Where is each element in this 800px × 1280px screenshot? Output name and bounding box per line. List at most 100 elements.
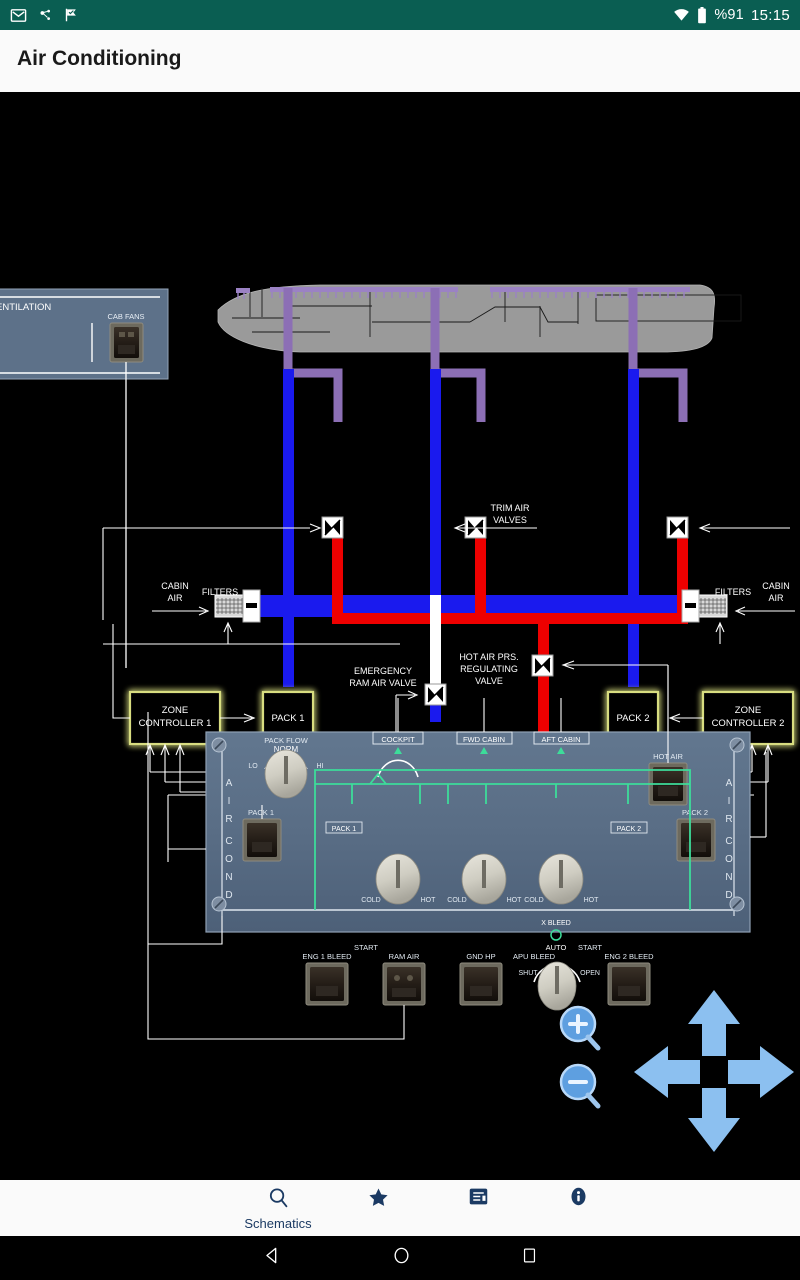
- cabin-air-left-line2: AIR: [167, 593, 183, 603]
- wifi-icon: [673, 8, 690, 22]
- eng-2-bleed-button[interactable]: [607, 962, 651, 1006]
- fwd-cabin-temp-title: FWD CABIN: [463, 735, 505, 744]
- cabin-air-right-line1: CABIN: [762, 581, 790, 591]
- android-navigation-bar: [0, 1236, 800, 1280]
- cockpit-cold-label: COLD: [361, 897, 380, 904]
- mail-icon: [10, 7, 27, 24]
- pack-1-label: PACK 1: [271, 713, 304, 724]
- fwd-cabin-cold-label: COLD: [447, 897, 466, 904]
- svg-text:I: I: [728, 796, 731, 807]
- filters-right-label: FILTERS: [715, 587, 751, 597]
- zone-controller-2-line1: ZONE: [735, 705, 761, 716]
- aft-cabin-cold-label: COLD: [524, 897, 543, 904]
- zone-controller-2-line2: CONTROLLER 2: [712, 718, 785, 729]
- hot-air-prs-label-line3: VALVE: [475, 676, 503, 686]
- svg-text:D: D: [725, 890, 732, 901]
- aft-cabin-hot-label: HOT: [584, 897, 600, 904]
- svg-text:N: N: [225, 872, 232, 883]
- home-circle-icon[interactable]: [392, 1246, 411, 1270]
- svg-text:A: A: [726, 778, 733, 789]
- svg-text:I: I: [228, 796, 231, 807]
- zone-controller-1-line1: ZONE: [162, 705, 188, 716]
- emergency-ram-air-label-line1: EMERGENCY: [354, 666, 412, 676]
- mimic-pack-1-label: PACK 1: [332, 826, 356, 833]
- gnd-hp-button[interactable]: [459, 962, 503, 1006]
- hot-air-prs-label-line2: REGULATING: [460, 664, 518, 674]
- xbleed-open-label: OPEN: [580, 970, 600, 977]
- battery-percent: %91: [714, 7, 744, 23]
- cockpit-temp-title: COCKPIT: [381, 735, 415, 744]
- battery-icon: [697, 6, 707, 24]
- status-bar-left-icons: [10, 7, 79, 24]
- cab-fans-label: CAB FANS: [107, 312, 144, 321]
- air-conditioning-schematic[interactable]: ENTILATION CAB FANS TRIM AIR VALVES CABI…: [0, 92, 800, 1180]
- pack-2-button[interactable]: [676, 818, 716, 862]
- app-bar: Air Conditioning: [0, 30, 800, 92]
- start-label-left: START: [354, 943, 378, 952]
- back-triangle-icon[interactable]: [263, 1246, 282, 1270]
- pack-2-label: PACK 2: [616, 713, 649, 724]
- svg-text:C: C: [225, 836, 232, 847]
- pack-flow-hi-label: HI: [317, 763, 324, 770]
- trim-air-valve-3[interactable]: [666, 516, 689, 539]
- aft-cabin-temp-title: AFT CABIN: [541, 735, 580, 744]
- xbleed-auto-label: AUTO: [546, 943, 567, 952]
- svg-text:C: C: [725, 836, 732, 847]
- info-icon: [568, 1186, 589, 1212]
- filters-left-label: FILTERS: [202, 587, 238, 597]
- cabin-air-left-line1: CABIN: [161, 581, 189, 591]
- nav-item-info[interactable]: [528, 1186, 628, 1214]
- ventilation-panel-title: ENTILATION: [0, 302, 51, 313]
- fwd-cabin-hot-label: HOT: [507, 897, 523, 904]
- cockpit-control-panel[interactable]: AIR COND AIR COND PACK FLOW NORM LO HI C…: [205, 731, 751, 1011]
- trim-air-valves-label-line1: TRIM AIR: [490, 503, 530, 513]
- ram-air-label: RAM AIR: [389, 952, 420, 961]
- svg-text:D: D: [225, 890, 232, 901]
- clock: 15:15: [750, 6, 790, 24]
- nav-item-list[interactable]: [428, 1186, 528, 1214]
- schematic-canvas[interactable]: ENTILATION CAB FANS TRIM AIR VALVES CABI…: [0, 92, 800, 1180]
- svg-text:R: R: [225, 814, 232, 825]
- nav-item-favorites[interactable]: [328, 1186, 428, 1216]
- emergency-ram-air-label-line2: RAM AIR VALVE: [349, 678, 416, 688]
- pack-flow-lo-label: LO: [248, 763, 258, 770]
- mimic-pack-2-label: PACK 2: [617, 826, 641, 833]
- gnd-hp-label: GND HP: [466, 952, 495, 961]
- pack-1-button[interactable]: [242, 818, 282, 862]
- cab-fans-button[interactable]: [109, 322, 144, 363]
- eng-1-bleed-label: ENG 1 BLEED: [302, 952, 352, 961]
- star-icon: [367, 1186, 390, 1214]
- ram-air-button[interactable]: [382, 962, 426, 1006]
- pack-flow-knob[interactable]: [264, 749, 308, 799]
- trim-air-valve-1[interactable]: [321, 516, 344, 539]
- page-title: Air Conditioning: [17, 47, 182, 70]
- eng-2-bleed-label: ENG 2 BLEED: [604, 952, 654, 961]
- pack-flow-title: PACK FLOW: [264, 736, 309, 745]
- nav-label-schematics: Schematics: [244, 1215, 312, 1231]
- bottom-nav-items: Schematics: [228, 1186, 628, 1231]
- svg-text:N: N: [725, 872, 732, 883]
- eng-1-bleed-button[interactable]: [305, 962, 349, 1006]
- bottom-nav: Schematics: [0, 1180, 800, 1236]
- svg-text:O: O: [725, 854, 733, 865]
- cabin-air-right-line2: AIR: [768, 593, 784, 603]
- hot-air-prs-label-line1: HOT AIR PRS.: [459, 652, 518, 662]
- xbleed-title: X BLEED: [541, 920, 571, 927]
- aircraft-fuselage: [217, 284, 742, 353]
- trim-air-valves-label-line2: VALVES: [493, 515, 527, 525]
- recents-square-icon[interactable]: [521, 1247, 538, 1269]
- ventilation-panel[interactable]: ENTILATION CAB FANS: [0, 288, 169, 668]
- search-icon: [267, 1186, 290, 1214]
- list-icon: [468, 1186, 489, 1212]
- status-bar-right: %91 15:15: [673, 6, 790, 24]
- cockpit-hot-label: HOT: [421, 897, 437, 904]
- xbleed-shut-label: SHUT: [518, 970, 538, 977]
- apu-bleed-label: APU BLEED: [513, 952, 556, 961]
- hot-air-pressure-regulating-valve[interactable]: [531, 654, 554, 677]
- status-bar: %91 15:15: [0, 0, 800, 30]
- svg-text:R: R: [725, 814, 732, 825]
- flag-check-icon: [64, 7, 79, 23]
- nav-item-schematics[interactable]: Schematics: [228, 1186, 328, 1231]
- pack-1-button-label: PACK 1: [248, 808, 274, 817]
- emergency-ram-air-valve[interactable]: [424, 683, 447, 706]
